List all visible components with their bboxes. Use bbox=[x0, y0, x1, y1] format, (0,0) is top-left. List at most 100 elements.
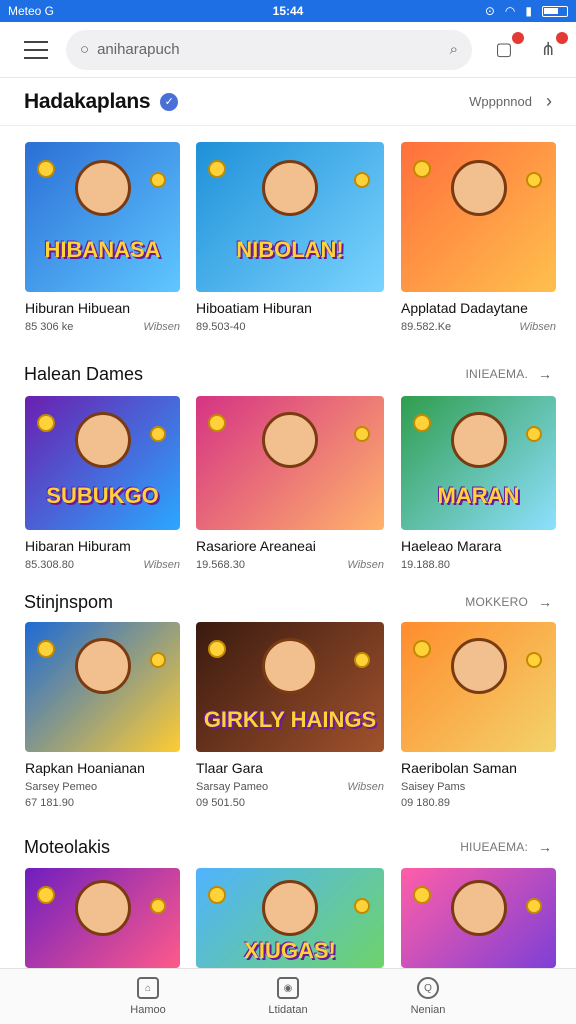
nav-home-label: Hamoo bbox=[130, 1004, 166, 1016]
character-art bbox=[262, 637, 318, 694]
coin-art bbox=[354, 898, 370, 914]
game-card[interactable] bbox=[401, 868, 556, 968]
arrow-right-icon[interactable]: → bbox=[538, 839, 552, 855]
game-card[interactable]: GIRKLY HAINGS Tlaar Gara Sarsay Pameo Wibse… bbox=[196, 622, 384, 809]
notification-dot bbox=[512, 31, 524, 44]
feature-link[interactable]: Wpppnnod bbox=[469, 94, 532, 109]
game-thumbnail[interactable] bbox=[25, 622, 180, 752]
game-logo-text: SUBUKGO bbox=[46, 483, 159, 508]
game-thumbnail[interactable] bbox=[25, 868, 180, 968]
coin-art bbox=[208, 640, 226, 658]
section-see-all[interactable]: HIUEAEMA: bbox=[460, 840, 528, 854]
section-header[interactable]: Halean Dames INIEAEMA. → bbox=[24, 362, 552, 386]
character-art bbox=[262, 160, 318, 216]
game-card[interactable]: HIBANASA Hiburan Hibuean 85 306 ke Wibsen bbox=[25, 142, 180, 333]
coin-art bbox=[526, 652, 542, 668]
game-thumbnail[interactable]: MARAN bbox=[401, 396, 556, 530]
share-icon[interactable]: ⋔ bbox=[536, 31, 568, 62]
game-stat: Sarsay Pameo bbox=[196, 781, 269, 793]
status-icons: ⊙ ◠ ▮ bbox=[485, 4, 568, 18]
game-thumbnail[interactable]: SUBUKGO bbox=[25, 396, 180, 530]
game-card[interactable] bbox=[25, 868, 180, 968]
magnifier-icon: Q bbox=[417, 977, 439, 999]
coin-art bbox=[413, 640, 431, 658]
character-art bbox=[450, 880, 507, 936]
character-art bbox=[74, 160, 131, 216]
location-icon: ⊙ bbox=[484, 4, 495, 18]
game-title: Raeribolan Saman bbox=[401, 760, 517, 776]
coin-art bbox=[413, 414, 431, 432]
feature-title: Hadakaplans bbox=[24, 89, 151, 113]
game-title: Tlaar Gara bbox=[196, 760, 263, 776]
character-art bbox=[450, 637, 507, 694]
game-thumbnail[interactable] bbox=[401, 868, 556, 968]
menu-icon[interactable] bbox=[24, 40, 48, 59]
game-tag: Wibsen bbox=[519, 321, 556, 333]
coin-art bbox=[37, 640, 55, 658]
game-thumbnail[interactable]: XIUGAS! bbox=[196, 868, 384, 968]
game-sub-stat: 09 180.89 bbox=[401, 797, 450, 809]
game-card[interactable]: MARAN Haeleao Marara 19.188.80 bbox=[401, 396, 556, 571]
nav-home[interactable]: ⌂ Hamoo bbox=[108, 969, 188, 1024]
game-card[interactable]: XIUGAS! bbox=[196, 868, 384, 968]
search-input[interactable]: aniharapuch bbox=[97, 41, 450, 58]
coin-art bbox=[413, 886, 431, 904]
game-tag: Wibsen bbox=[143, 321, 180, 333]
game-stat: 89.582.Ke bbox=[401, 321, 452, 333]
feature-header[interactable]: Hadakaplans ✓ Wpppnnod › bbox=[0, 78, 576, 126]
arrow-right-icon[interactable]: → bbox=[538, 366, 552, 382]
game-title: Hibaran Hiburam bbox=[25, 538, 131, 554]
nav-search-label: Nenian bbox=[410, 1004, 446, 1016]
verified-icon: ✓ bbox=[160, 92, 179, 111]
character-art bbox=[74, 637, 131, 694]
game-logo-text: MARAN bbox=[437, 483, 520, 508]
nav-library[interactable]: ◉ Ltidatan bbox=[248, 969, 328, 1024]
coin-art bbox=[208, 414, 226, 432]
game-card[interactable]: Raeribolan Saman Saisey Pams 09 180.89 bbox=[401, 622, 556, 809]
game-tag: Wibsen bbox=[347, 781, 384, 793]
game-card[interactable]: Rasariore Areaneai 19.568.30 Wibsen bbox=[196, 396, 384, 571]
section-see-all[interactable]: INIEAEMA. bbox=[466, 367, 528, 381]
game-thumbnail[interactable]: HIBANASA bbox=[25, 142, 180, 292]
character-art bbox=[262, 880, 318, 936]
coin-art bbox=[526, 898, 542, 914]
game-logo-text: XIUGAS! bbox=[244, 938, 336, 963]
game-meta: Sarsay Pameo Wibsen bbox=[196, 781, 384, 793]
coin-art bbox=[150, 898, 166, 914]
game-card[interactable]: Applatad Dadaytane 89.582.Ke Wibsen bbox=[401, 142, 556, 333]
section-see-all[interactable]: MOKKERO bbox=[465, 595, 528, 609]
character-art bbox=[450, 160, 507, 216]
game-stat: 89.503-40 bbox=[196, 321, 246, 333]
signal-icon: ▮ bbox=[525, 4, 532, 18]
search-submit-icon[interactable]: ⌕ bbox=[450, 41, 458, 58]
carrier-label: Meteo G bbox=[8, 4, 55, 18]
game-title: Hiburan Hibuean bbox=[25, 300, 131, 316]
share-dot bbox=[556, 31, 568, 44]
coin-art bbox=[208, 160, 226, 178]
coin-art bbox=[37, 160, 55, 178]
coin-art bbox=[150, 426, 166, 442]
game-meta: 89.503-40 bbox=[196, 321, 384, 333]
game-thumbnail[interactable] bbox=[401, 622, 556, 752]
nav-search[interactable]: Q Nenian bbox=[388, 969, 468, 1024]
game-card[interactable]: SUBUKGO Hibaran Hiburam 85.308.80 Wibsen bbox=[25, 396, 180, 571]
game-thumbnail[interactable] bbox=[196, 396, 384, 530]
section-header[interactable]: Moteolakis HIUEAEMA: → bbox=[24, 835, 552, 859]
library-icon: ◉ bbox=[277, 977, 299, 999]
game-thumbnail[interactable] bbox=[401, 142, 556, 292]
section-header[interactable]: Stinjnspom MOKKERO → bbox=[24, 590, 552, 614]
game-thumbnail[interactable]: NIBOLAN! bbox=[196, 142, 384, 292]
game-card[interactable]: Rapkan Hoanianan Sarsey Pemeo 67 181.90 bbox=[25, 622, 180, 809]
nav-library-label: Ltidatan bbox=[268, 1004, 308, 1016]
game-meta: 85 306 ke Wibsen bbox=[25, 321, 180, 333]
notifications-icon[interactable]: ▢ bbox=[492, 31, 524, 62]
game-meta: 19.568.30 Wibsen bbox=[196, 559, 384, 571]
game-card[interactable]: NIBOLAN! Hiboatiam Hiburan 89.503-40 bbox=[196, 142, 384, 333]
game-thumbnail[interactable]: GIRKLY HAINGS bbox=[196, 622, 384, 752]
character-art bbox=[74, 412, 131, 469]
chevron-right-icon[interactable]: › bbox=[546, 91, 552, 112]
game-logo-text: HIBANASA bbox=[44, 237, 161, 262]
search-bar[interactable]: ○ aniharapuch ⌕ bbox=[66, 29, 472, 70]
arrow-right-icon[interactable]: → bbox=[538, 594, 552, 610]
game-meta: 19.188.80 bbox=[401, 559, 556, 571]
